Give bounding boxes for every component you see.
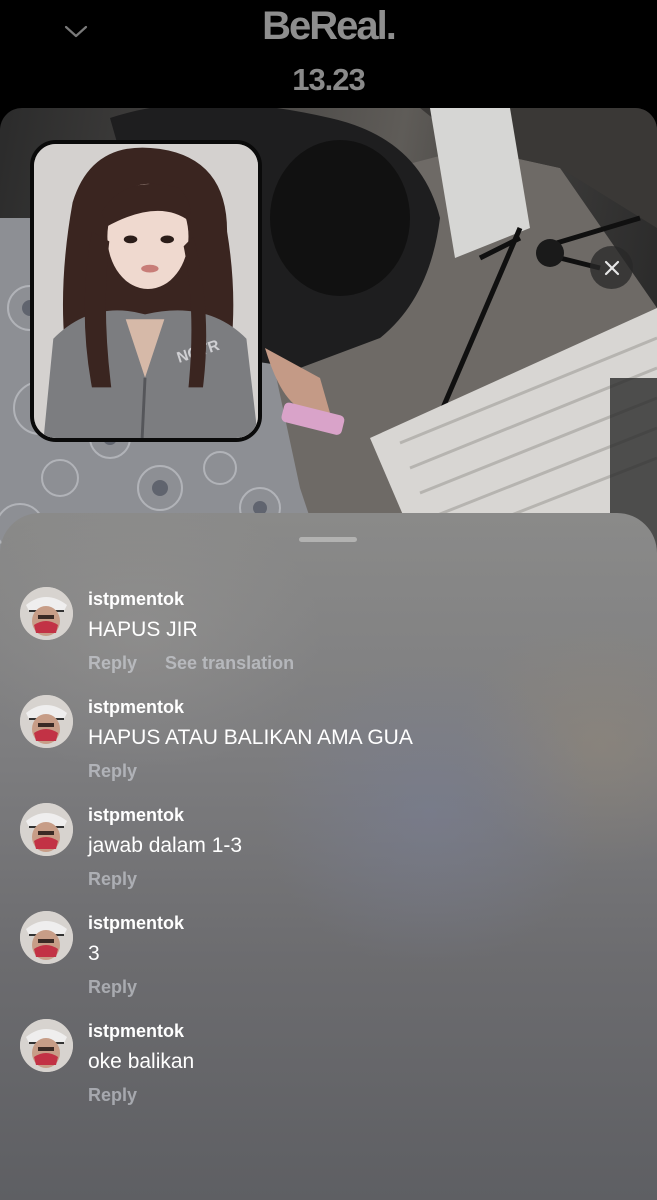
reply-button[interactable]: Reply	[88, 1085, 137, 1106]
reply-button[interactable]: Reply	[88, 653, 137, 674]
comment-item: istpmentok jawab dalam 1-3 Reply	[0, 803, 657, 911]
comment-text: 3	[88, 942, 100, 965]
comment-actions: Reply	[88, 977, 137, 998]
avatar[interactable]	[20, 803, 73, 856]
front-camera-inset[interactable]: NOTR	[30, 140, 262, 442]
comment-username[interactable]: istpmentok	[88, 697, 184, 718]
post-time: 13.23	[292, 62, 366, 97]
comment-text: HAPUS JIR	[88, 618, 198, 641]
comment-item: istpmentok HAPUS ATAU BALIKAN AMA GUA Re…	[0, 695, 657, 803]
bereal-logo: BeReal.	[262, 4, 397, 48]
comment-text: jawab dalam 1-3	[88, 834, 243, 857]
comment-actions: Reply See translation	[88, 653, 294, 674]
close-button[interactable]	[590, 246, 633, 289]
comment-item: istpmentok HAPUS JIR Reply See translati…	[0, 587, 657, 695]
avatar[interactable]	[20, 1019, 73, 1072]
comment-text: HAPUS ATAU BALIKAN AMA GUA	[88, 726, 413, 749]
comment-item: istpmentok 3 Reply	[0, 911, 657, 1019]
sheet-grabber-handle[interactable]	[299, 537, 357, 542]
reply-button[interactable]: Reply	[88, 869, 137, 890]
see-translation-button[interactable]: See translation	[165, 653, 294, 674]
comment-actions: Reply	[88, 869, 137, 890]
comment-username[interactable]: istpmentok	[88, 805, 184, 826]
reply-button[interactable]: Reply	[88, 977, 137, 998]
comment-item: istpmentok oke balikan Reply	[0, 1019, 657, 1127]
avatar[interactable]	[20, 587, 73, 640]
comments-sheet[interactable]: istpmentok HAPUS JIR Reply See translati…	[0, 513, 657, 1200]
comment-actions: Reply	[88, 761, 137, 782]
avatar[interactable]	[20, 911, 73, 964]
comment-text: oke balikan	[88, 1050, 195, 1073]
selfie-image: NOTR	[34, 144, 258, 438]
bereal-post-view: BeReal. 13.23 istpmentok HAPUS JIR Reply…	[0, 0, 657, 1200]
comment-username[interactable]: istpmentok	[88, 913, 184, 934]
comment-username[interactable]: istpmentok	[88, 589, 184, 610]
reply-button[interactable]: Reply	[88, 761, 137, 782]
avatar[interactable]	[20, 695, 73, 748]
comment-actions: Reply	[88, 1085, 137, 1106]
comment-username[interactable]: istpmentok	[88, 1021, 184, 1042]
header: BeReal. 13.23	[0, 0, 657, 110]
close-icon	[604, 260, 619, 275]
